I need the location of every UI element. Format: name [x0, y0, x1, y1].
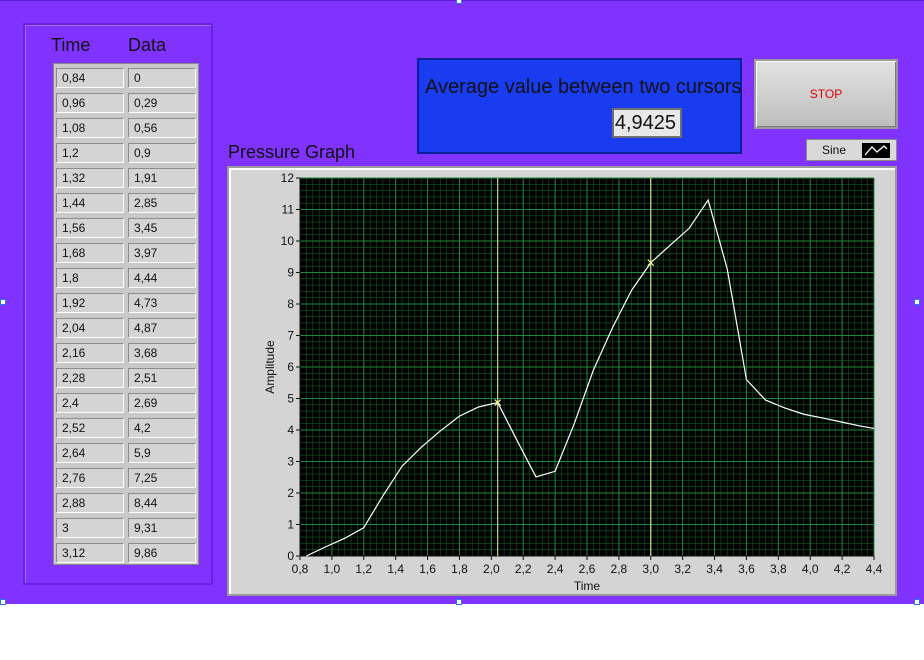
x-tick-label: 1,8	[451, 562, 468, 576]
average-label: Average value between two cursors	[425, 76, 742, 98]
time-cell[interactable]: 3,12	[56, 543, 124, 563]
pressure-graph[interactable]: 0,8 1,0 1,2 1,4 1,6 1,8 2,0 2,2 2,4 2,6 2,8 3,0 3,2 3…	[227, 166, 897, 596]
time-cell[interactable]: 2,52	[56, 418, 124, 438]
y-tick-label: 11	[282, 203, 295, 217]
data-cell[interactable]: 4,2	[128, 418, 196, 438]
data-cell[interactable]: 3,68	[128, 343, 196, 363]
x-tick-label: 1,2	[355, 562, 372, 576]
time-cell[interactable]: 1,68	[56, 243, 124, 263]
x-tick-label: 1,4	[387, 562, 404, 576]
time-cell[interactable]: 1,2	[56, 143, 124, 163]
x-tick-label: 3,6	[738, 562, 755, 576]
y-tick-label: 12	[281, 171, 295, 185]
x-tick-label: 4,2	[834, 562, 851, 576]
time-cell[interactable]: 1,56	[56, 218, 124, 238]
x-tick-label: 3,2	[674, 562, 691, 576]
y-tick-label: 7	[287, 329, 294, 343]
x-tick-label: 2,4	[547, 562, 564, 576]
x-tick-label: 3,8	[770, 562, 787, 576]
data-cell[interactable]: 2,85	[128, 193, 196, 213]
data-column-header: Data	[128, 35, 167, 55]
average-indicator-box: Average value between two cursors 4,9425	[417, 58, 742, 154]
time-cell[interactable]: 1,08	[56, 118, 124, 138]
time-cell[interactable]: 2,64	[56, 443, 124, 463]
time-cell[interactable]: 1,8	[56, 268, 124, 288]
data-cell[interactable]: 0	[128, 68, 196, 88]
data-cell[interactable]: 0,56	[128, 118, 196, 138]
data-cell[interactable]: 3,97	[128, 243, 196, 263]
y-tick-label: 6	[287, 360, 294, 374]
time-cell[interactable]: 2,04	[56, 318, 124, 338]
x-tick-label: 1,0	[324, 562, 341, 576]
x-tick-label: 0,8	[292, 562, 309, 576]
data-cell[interactable]: 4,87	[128, 318, 196, 338]
graph-title: Pressure Graph	[228, 142, 356, 162]
stop-button[interactable]: STOP	[754, 59, 898, 129]
x-tick-label: 2,6	[579, 562, 596, 576]
x-tick-label: 4,4	[866, 562, 883, 576]
resize-handle-bottom-right[interactable]	[914, 599, 920, 605]
data-cell[interactable]: 0,29	[128, 93, 196, 113]
y-tick-label: 5	[287, 392, 294, 406]
plot-legend[interactable]: Sine	[806, 139, 897, 161]
x-tick-label: 2,2	[515, 562, 532, 576]
x-tick-label: 2,8	[611, 562, 628, 576]
y-tick-label: 4	[287, 423, 294, 437]
time-cell[interactable]: 1,32	[56, 168, 124, 188]
y-tick-label: 2	[287, 486, 294, 500]
data-cell[interactable]: 5,9	[128, 443, 196, 463]
time-cell[interactable]: 3	[56, 518, 124, 538]
data-cell[interactable]: 2,51	[128, 368, 196, 388]
time-cell[interactable]: 1,92	[56, 293, 124, 313]
y-tick-label: 9	[287, 266, 294, 280]
data-cell[interactable]: 9,31	[128, 518, 196, 538]
resize-handle-top[interactable]	[456, 0, 462, 4]
data-table: 0,84 0 0,96 0,29 1,08 0,56 1,2 0,9 1,32 1,91 1,44 2…	[53, 63, 199, 565]
data-cell[interactable]: 4,73	[128, 293, 196, 313]
resize-handle-right[interactable]	[914, 299, 920, 305]
time-cell[interactable]: 0,84	[56, 68, 124, 88]
time-cell[interactable]: 0,96	[56, 93, 124, 113]
line-style-icon	[864, 145, 888, 156]
data-cell[interactable]: 8,44	[128, 493, 196, 513]
time-cell[interactable]: 2,16	[56, 343, 124, 363]
data-cell[interactable]: 9,86	[128, 543, 196, 563]
time-cell[interactable]: 2,88	[56, 493, 124, 513]
data-cell[interactable]: 2,69	[128, 393, 196, 413]
data-cell[interactable]: 1,91	[128, 168, 196, 188]
y-tick-label: 3	[287, 455, 294, 469]
x-tick-label: 3,4	[706, 562, 723, 576]
x-axis-label: Time	[574, 579, 601, 593]
resize-handle-bottom-left[interactable]	[0, 599, 6, 605]
average-value-display: 4,9425	[612, 108, 682, 138]
resize-handle-bottom[interactable]	[456, 599, 462, 605]
y-axis-label: Amplitude	[263, 340, 277, 394]
y-tick-label: 10	[281, 234, 295, 248]
x-tick-label: 4,0	[802, 562, 819, 576]
x-tick-label: 1,6	[419, 562, 436, 576]
time-cell[interactable]: 2,4	[56, 393, 124, 413]
y-tick-label: 1	[287, 518, 294, 532]
time-cell[interactable]: 2,76	[56, 468, 124, 488]
data-cell[interactable]: 0,9	[128, 143, 196, 163]
front-panel: Time Data 0,84 0 0,96 0,29 1,08 0,56 1,2 0,9 1,3…	[0, 0, 924, 605]
resize-handle-left[interactable]	[0, 299, 6, 305]
x-tick-label: 2,0	[483, 562, 500, 576]
legend-swatch[interactable]	[862, 143, 890, 158]
legend-label: Sine	[822, 143, 847, 157]
data-cell[interactable]: 4,44	[128, 268, 196, 288]
time-cell[interactable]: 2,28	[56, 368, 124, 388]
time-cell[interactable]: 1,44	[56, 193, 124, 213]
chart-svg[interactable]: 0,8 1,0 1,2 1,4 1,6 1,8 2,0 2,2 2,4 2,6 2,8 3,0 3,2 3…	[229, 168, 899, 598]
data-cell[interactable]: 3,45	[128, 218, 196, 238]
x-tick-label: 3,0	[642, 562, 659, 576]
data-cell[interactable]: 7,25	[128, 468, 196, 488]
time-column-header: Time	[51, 35, 91, 55]
y-tick-label: 0	[287, 549, 294, 563]
y-tick-label: 8	[287, 297, 294, 311]
